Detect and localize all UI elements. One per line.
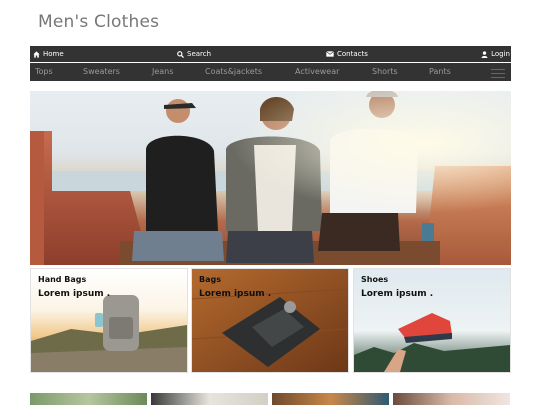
page-title: Men's Clothes <box>38 12 160 32</box>
card-title: Bags <box>199 275 221 284</box>
product-card-bags[interactable]: Bags Lorem ipsum . <box>191 268 349 373</box>
hamburger-menu-icon[interactable] <box>491 66 505 78</box>
nav-login-link[interactable]: Login <box>481 46 510 62</box>
nav-contacts-label: Contacts <box>337 50 368 58</box>
product-card-shoes[interactable]: Shoes Lorem ipsum . <box>353 268 511 373</box>
card-title: Shoes <box>361 275 389 284</box>
product-thumbnail[interactable] <box>272 393 389 405</box>
category-jeans[interactable]: Jeans <box>152 63 173 81</box>
category-coats-jackets[interactable]: Coats&jackets <box>205 63 262 81</box>
category-tops[interactable]: Tops <box>35 63 53 81</box>
card-title: Hand Bags <box>38 275 87 284</box>
card-subtitle: Lorem ipsum . <box>199 289 272 299</box>
nav-search-label: Search <box>187 50 212 58</box>
category-sweaters[interactable]: Sweaters <box>83 63 120 81</box>
top-navigation-bar: Home Search Contacts Login <box>30 46 511 62</box>
card-subtitle: Lorem ipsum . <box>361 289 434 299</box>
card-subtitle: Lorem ipsum . <box>38 289 111 299</box>
home-icon <box>33 50 40 58</box>
category-shorts[interactable]: Shorts <box>372 63 398 81</box>
product-thumbnail[interactable] <box>151 393 268 405</box>
nav-home-label: Home <box>43 50 64 58</box>
hero-banner-image <box>30 91 511 265</box>
category-navigation-bar: Tops Sweaters Jeans Coats&jackets Active… <box>30 63 511 81</box>
product-card-hand-bags[interactable]: Hand Bags Lorem ipsum . <box>30 268 188 373</box>
nav-login-label: Login <box>491 50 510 58</box>
category-activewear[interactable]: Activewear <box>295 63 339 81</box>
nav-contacts-link[interactable]: Contacts <box>326 46 368 62</box>
search-icon <box>177 50 184 58</box>
user-icon <box>481 50 488 58</box>
product-thumbnail[interactable] <box>393 393 510 405</box>
envelope-icon <box>326 51 334 57</box>
category-pants[interactable]: Pants <box>429 63 451 81</box>
nav-home-link[interactable]: Home <box>33 46 64 62</box>
product-thumbnail[interactable] <box>30 393 147 405</box>
nav-search-link[interactable]: Search <box>177 46 211 62</box>
